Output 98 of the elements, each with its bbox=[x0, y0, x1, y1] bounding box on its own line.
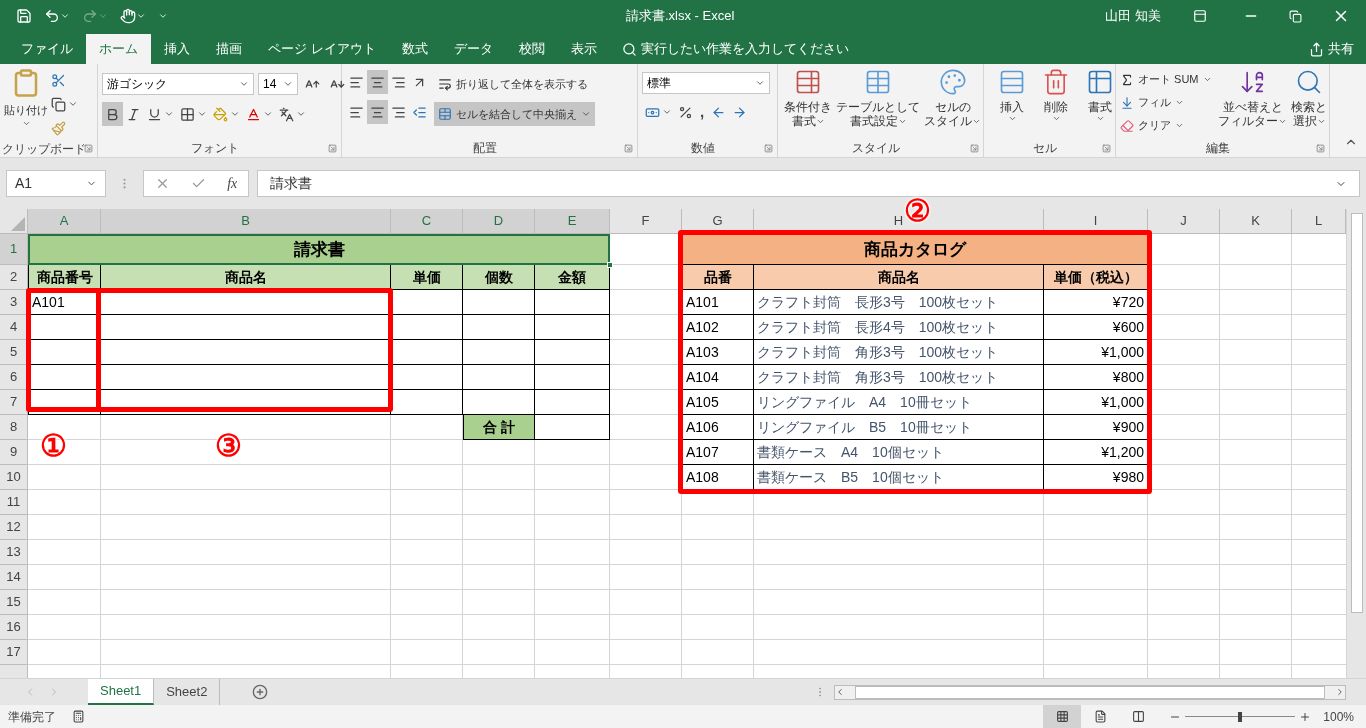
column-heading: 商品名 bbox=[754, 265, 1044, 290]
tell-me-field[interactable]: 実行したい作業を入力してください bbox=[640, 39, 849, 59]
column-header[interactable]: K bbox=[1220, 209, 1292, 234]
conditional-format-button[interactable]: 条件付き 書式 bbox=[782, 68, 834, 138]
font-size-field[interactable]: 14 bbox=[258, 73, 298, 95]
column-header[interactable]: F bbox=[610, 209, 682, 234]
row-header[interactable]: 9 bbox=[0, 440, 28, 465]
table-cell: A103 bbox=[682, 340, 754, 365]
row-header[interactable]: 11 bbox=[0, 490, 28, 515]
group-label: 配置 bbox=[472, 140, 497, 157]
column-header[interactable]: J bbox=[1148, 209, 1220, 234]
merge-center-button[interactable]: セルを結合して中央揃え bbox=[434, 102, 595, 126]
font-name-field[interactable]: 游ゴシック bbox=[102, 73, 254, 95]
format-table-button[interactable]: テーブルとして 書式設定 bbox=[834, 68, 922, 138]
format-cells-button[interactable]: 書式 bbox=[1084, 68, 1116, 138]
total-label: 合 計 bbox=[463, 415, 535, 440]
clear-button[interactable]: クリア bbox=[1120, 114, 1216, 137]
group-label: フォント bbox=[190, 140, 239, 157]
group-label: 数値 bbox=[690, 140, 715, 157]
delete-cells-button[interactable]: 削除 bbox=[1040, 68, 1072, 138]
table-cell: A104 bbox=[682, 365, 754, 390]
ribbon-tab[interactable]: 挿入 bbox=[151, 34, 203, 64]
wrap-text-button[interactable]: 折り返して全体を表示する bbox=[434, 72, 595, 96]
column-heading: 単価（税込） bbox=[1044, 265, 1148, 290]
zoom-level: 100% bbox=[1323, 708, 1354, 726]
row-header[interactable]: 12 bbox=[0, 515, 28, 540]
ribbon-tab[interactable]: 校閲 bbox=[505, 34, 558, 64]
row-header[interactable]: 7 bbox=[0, 390, 28, 415]
row-header[interactable]: 15 bbox=[0, 590, 28, 615]
insert-function-button[interactable]: fx bbox=[227, 173, 238, 194]
column-header[interactable]: D bbox=[463, 209, 535, 234]
column-heading: 単価 bbox=[391, 265, 463, 290]
column-heading: 金額 bbox=[535, 265, 610, 290]
table-cell: クラフト封筒 長形3号 100枚セット bbox=[754, 290, 1044, 315]
table-cell: クラフト封筒 角形3号 100枚セット bbox=[754, 365, 1044, 390]
row-header[interactable]: 8 bbox=[0, 415, 28, 440]
sheet-tab[interactable]: Sheet1 bbox=[88, 679, 155, 705]
column-heading: 商品名 bbox=[101, 265, 391, 290]
table-cell: クラフト封筒 長形4号 100枚セット bbox=[754, 315, 1044, 340]
row-header[interactable]: 17 bbox=[0, 640, 28, 665]
column-heading: 品番 bbox=[682, 265, 754, 290]
row-header[interactable]: 14 bbox=[0, 565, 28, 590]
insert-cells-button[interactable]: 挿入 bbox=[996, 68, 1028, 138]
number-format-field[interactable]: 標準 bbox=[642, 72, 770, 94]
comma-style-button[interactable]: , bbox=[696, 100, 709, 124]
sort-filter-button[interactable]: 並べ替えと フィルター bbox=[1216, 68, 1289, 138]
fill-button[interactable]: フィル bbox=[1120, 91, 1216, 114]
row-header[interactable]: 10 bbox=[0, 465, 28, 490]
row-header[interactable]: 13 bbox=[0, 540, 28, 565]
row-header[interactable]: 3 bbox=[0, 290, 28, 315]
row-header[interactable]: 4 bbox=[0, 315, 28, 340]
window-title: 請求書.xlsx - Excel bbox=[625, 7, 736, 26]
row-header[interactable]: 5 bbox=[0, 340, 28, 365]
find-select-button[interactable]: 検索と 選択 bbox=[1289, 68, 1329, 138]
group-label: 編集 bbox=[1205, 140, 1230, 157]
table-cell: 書類ケース A4 10個セット bbox=[754, 440, 1044, 465]
ribbon-tab[interactable]: 描画 bbox=[203, 34, 255, 64]
ribbon-tab[interactable]: 数式 bbox=[388, 34, 441, 64]
table-cell: 書類ケース B5 10個セット bbox=[754, 465, 1044, 490]
row-header[interactable]: 1 bbox=[0, 234, 28, 265]
column-heading: 商品番号 bbox=[28, 265, 101, 290]
ribbon-tab[interactable]: ファイル bbox=[8, 34, 86, 64]
table-cell: リングファイル B5 10冊セット bbox=[754, 415, 1044, 440]
column-header[interactable]: L bbox=[1292, 209, 1346, 234]
autosum-button[interactable]: オート SUM bbox=[1120, 68, 1216, 91]
table-cell: A106 bbox=[682, 415, 754, 440]
group-label: セル bbox=[1032, 140, 1057, 157]
status-text: 準備完了 bbox=[8, 708, 56, 726]
row-header[interactable]: 2 bbox=[0, 265, 28, 290]
ribbon-tab[interactable]: ホーム bbox=[86, 34, 151, 64]
row-header[interactable]: 6 bbox=[0, 365, 28, 390]
column-header[interactable]: A bbox=[28, 209, 101, 234]
paste-button[interactable]: 貼り付け bbox=[4, 68, 48, 140]
invoice-title: 請求書 bbox=[28, 234, 610, 265]
table-cell: A101 bbox=[682, 290, 754, 315]
table-cell: A107 bbox=[682, 440, 754, 465]
table-cell: A105 bbox=[682, 390, 754, 415]
group-label: クリップボード bbox=[1, 141, 86, 158]
column-header[interactable]: C bbox=[391, 209, 463, 234]
cell-styles-button[interactable]: セルの スタイル bbox=[922, 68, 983, 138]
catalog-title: 商品カタログ bbox=[682, 234, 1148, 265]
name-box[interactable]: A1 bbox=[6, 170, 106, 197]
table-cell: クラフト封筒 角形3号 100枚セット bbox=[754, 340, 1044, 365]
formula-field[interactable]: 請求書 bbox=[257, 170, 1360, 197]
table-cell: A102 bbox=[682, 315, 754, 340]
row-header[interactable]: 16 bbox=[0, 615, 28, 640]
column-header[interactable]: E bbox=[535, 209, 610, 234]
column-heading: 個数 bbox=[463, 265, 535, 290]
callout-number: ③ bbox=[215, 431, 242, 461]
ribbon-tab[interactable]: 表示 bbox=[557, 34, 610, 64]
ribbon-tab[interactable]: データ bbox=[440, 34, 506, 64]
user-name: 山田 知美 bbox=[1105, 7, 1161, 26]
table-cell: リングファイル A4 10冊セット bbox=[754, 390, 1044, 415]
ribbon-tab[interactable]: ページ レイアウト bbox=[255, 34, 389, 64]
share-button[interactable]: 共有 bbox=[1309, 34, 1366, 64]
column-header[interactable]: B bbox=[101, 209, 391, 234]
callout-number: ① bbox=[40, 431, 67, 461]
group-label: スタイル bbox=[851, 140, 900, 157]
